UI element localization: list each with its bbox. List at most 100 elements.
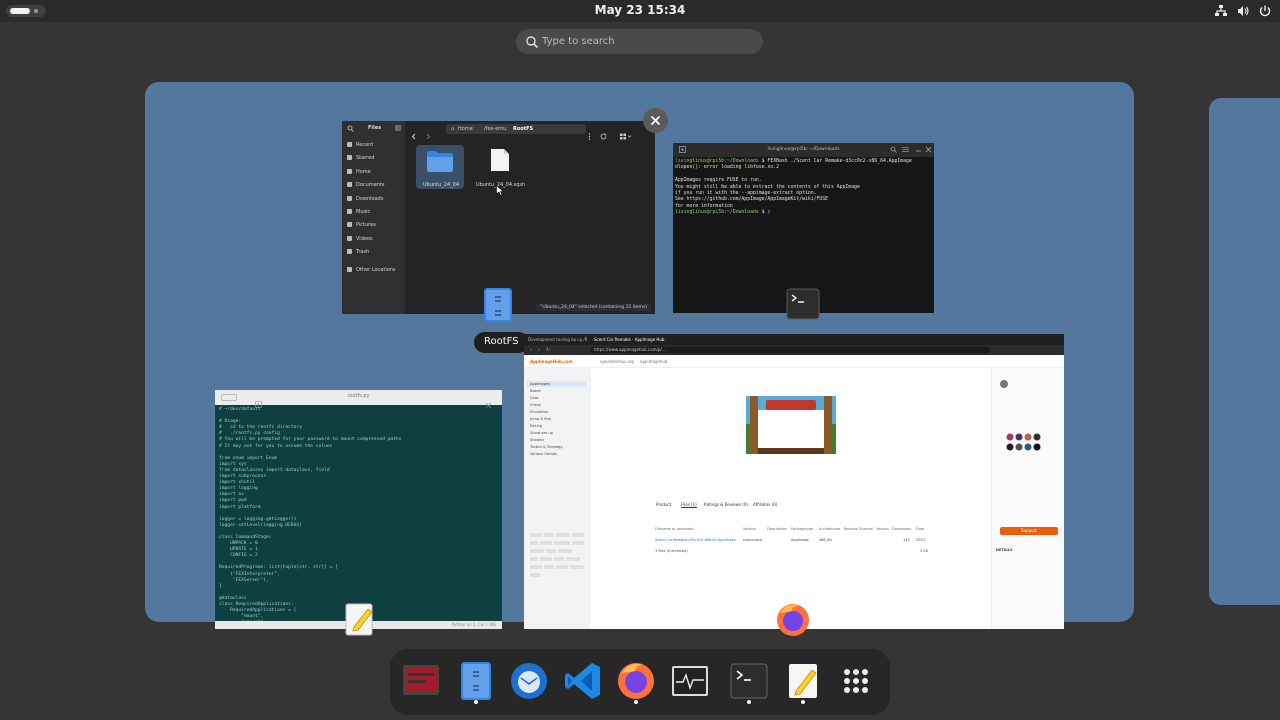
- close-icon: [650, 115, 661, 126]
- dash-item-firefox[interactable]: [615, 660, 657, 704]
- editor-code[interactable]: # ~/dev/default # Usage: # cd to the root…: [219, 407, 402, 629]
- volume-icon[interactable]: [1236, 3, 1250, 17]
- table-cell: 145: [903, 538, 910, 542]
- reload-icon[interactable]: ↻: [546, 347, 550, 353]
- terminal-icon: [730, 663, 768, 699]
- sidebar-item-home[interactable]: Home: [347, 169, 371, 175]
- firefox-window[interactable]: Development tooling by cp /R Scent Car R…: [524, 334, 1064, 629]
- category-item[interactable]: Board: [530, 389, 541, 393]
- dash-item-vscode[interactable]: [562, 660, 604, 702]
- terminal-cursor: ▯: [767, 210, 771, 216]
- sidebar-item-music[interactable]: Music: [347, 209, 370, 215]
- file-icon[interactable]: [490, 148, 510, 172]
- category-item[interactable]: Racing: [530, 424, 542, 428]
- avatar[interactable]: [1000, 380, 1008, 388]
- text-editor-icon: [345, 603, 373, 636]
- browser-tab-active[interactable]: Scent Car Remake - AppImage Hub: [594, 337, 664, 342]
- files-icon: [484, 288, 512, 322]
- sidebar-item-recent[interactable]: Recent: [347, 142, 373, 148]
- search-bar[interactable]: [516, 29, 763, 54]
- forward-icon[interactable]: [425, 125, 431, 144]
- close-window-button[interactable]: [643, 108, 668, 133]
- running-indicator: [747, 700, 751, 704]
- support-button[interactable]: Support: [1000, 527, 1058, 535]
- more-options-icon[interactable]: [588, 125, 591, 144]
- reload-icon[interactable]: [600, 125, 607, 144]
- text-editor-window[interactable]: rootfs.py # ~/dev/default # Usage: # cd t…: [215, 390, 502, 629]
- tab-product[interactable]: Product: [656, 502, 671, 507]
- hamburger-menu-icon[interactable]: [395, 125, 401, 133]
- sidebar-item-videos[interactable]: Videos: [347, 236, 373, 242]
- category-item[interactable]: Various Games: [530, 452, 557, 456]
- dash-item-thunderbird[interactable]: [508, 660, 550, 702]
- browser-toolbar: ‹ › ↻ https://www.appimagehub.com/p/...: [524, 345, 1064, 355]
- terminal-line: if you run it with the --appimage-extrac…: [675, 191, 817, 197]
- close-icon[interactable]: [925, 146, 932, 155]
- sidebar-item-trash[interactable]: Trash: [347, 249, 369, 255]
- sidebar-item-documents[interactable]: Documents: [347, 182, 385, 188]
- breadcrumb-fex-emu[interactable]: /fex-emu: [484, 126, 506, 132]
- breadcrumb-rootfs[interactable]: RootFS: [513, 126, 533, 132]
- hamburger-menu-icon[interactable]: [902, 146, 909, 155]
- address-bar[interactable]: https://www.appimagehub.com/p/...: [590, 347, 990, 353]
- terminal-line: AppImages require FUSE to run.: [675, 178, 762, 184]
- category-item[interactable]: Emulation: [530, 410, 548, 414]
- dash-item-ubuntu-software[interactable]: [400, 660, 442, 702]
- category-item[interactable]: Card: [530, 396, 538, 400]
- column-header: Architecture: [819, 527, 841, 531]
- terminal-line: You might still be able to extract the c…: [675, 184, 860, 190]
- product-screenshot[interactable]: [746, 396, 836, 454]
- back-icon[interactable]: ‹: [530, 347, 532, 353]
- files-app-badge: [483, 287, 513, 323]
- music-icon: [347, 209, 352, 214]
- sidebar-item-starred[interactable]: Starred: [347, 155, 374, 161]
- dash-item-system-monitor[interactable]: [669, 660, 711, 702]
- network-icon[interactable]: [1214, 3, 1228, 17]
- thunderbird-icon: [511, 663, 547, 699]
- close-icon[interactable]: [485, 394, 492, 413]
- forward-icon[interactable]: ›: [538, 347, 540, 353]
- sidebar-item-pictures[interactable]: Pictures: [347, 222, 376, 228]
- folder-name: Ubuntu_24_04: [423, 182, 460, 188]
- terminal-output[interactable]: livinglinux@rpi5b:~/Downloads $ FEXBash …: [675, 159, 933, 217]
- text-editor-app-badge: [344, 601, 376, 637]
- view-grid-icon[interactable]: [620, 125, 632, 144]
- category-item[interactable]: Chess: [530, 403, 541, 407]
- minimize-icon[interactable]: [915, 146, 922, 155]
- tab-files[interactable]: Files (1): [681, 502, 697, 508]
- files-icon: [461, 662, 491, 700]
- table-cell: continuous: [743, 538, 763, 542]
- files-window[interactable]: Files Recent Starred Home Documents Down…: [342, 121, 655, 314]
- clock[interactable]: May 23 15:34: [0, 3, 1280, 17]
- power-icon[interactable]: [1258, 3, 1272, 17]
- site-link[interactable]: opendesktop.org: [600, 359, 634, 364]
- browser-tab[interactable]: Development tooling by cp /R: [528, 337, 588, 342]
- sidebar-item-downloads[interactable]: Downloads: [347, 196, 383, 202]
- search-icon[interactable]: [890, 146, 897, 155]
- breadcrumb[interactable]: ⌂ Home /fex-emu RootFS: [446, 124, 586, 134]
- search-input[interactable]: [542, 33, 752, 50]
- sidebar-item-other-locations[interactable]: Other Locations: [347, 267, 396, 273]
- site-logo[interactable]: AppImageHub.com: [530, 359, 573, 364]
- category-item[interactable]: Jump & Run: [530, 417, 551, 421]
- category-item[interactable]: Tactics & Strategy: [530, 445, 563, 449]
- site-link[interactable]: appimagehub: [640, 359, 668, 364]
- category-item[interactable]: Shoot em up: [530, 431, 553, 435]
- workspace-next[interactable]: [1209, 98, 1280, 605]
- category-item[interactable]: Shooter: [530, 438, 544, 442]
- category-item[interactable]: Appimages: [530, 382, 550, 386]
- search-icon[interactable]: [347, 125, 354, 134]
- details-heading: DETAILS: [996, 548, 1013, 552]
- dash-item-text-editor[interactable]: [782, 660, 824, 704]
- back-icon[interactable]: [411, 125, 417, 144]
- tab-ratings[interactable]: Ratings & Reviews (0): [704, 502, 748, 507]
- tab-affiliates[interactable]: Affiliates (0): [753, 502, 777, 507]
- dash-item-terminal[interactable]: [728, 660, 770, 704]
- breadcrumb-home[interactable]: Home: [458, 126, 473, 132]
- system-tray[interactable]: [1214, 3, 1272, 17]
- dash-item-files[interactable]: [455, 660, 497, 704]
- dash-item-show-apps[interactable]: [835, 660, 877, 702]
- firefox-icon: [618, 663, 654, 699]
- download-link[interactable]: Scent-Car-Remake-d3cc0c2-x86-64.AppImage: [655, 538, 736, 542]
- browser-tabs[interactable]: Development tooling by cp /R Scent Car R…: [524, 334, 1064, 345]
